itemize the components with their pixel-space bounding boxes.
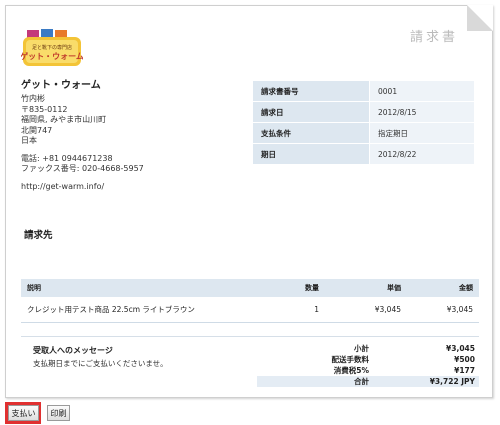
item-quantity: 1 xyxy=(273,297,325,323)
seller-info: ゲット・ウォーム 竹内彬 〒835-0112 福岡県, みやま市山川町 北関74… xyxy=(21,76,144,192)
seller-address1: 福岡県, みやま市山川町 xyxy=(21,115,107,124)
store-logo: 足と靴下の専門店 ゲット・ウォーム xyxy=(20,28,84,68)
meta-row: 請求書番号 0001 xyxy=(252,80,475,102)
svg-text:足と靴下の専門店: 足と靴下の専門店 xyxy=(32,44,72,51)
meta-value: 指定期日 xyxy=(369,122,475,144)
seller-postal: 〒835-0112 xyxy=(21,104,68,114)
item-description: クレジット用テスト商品 22.5cm ライトブラウン xyxy=(21,297,273,323)
seller-contact: 竹内彬 xyxy=(21,94,45,103)
message-body: 支払期日までにご支払いくださいませ。 xyxy=(33,359,168,368)
meta-label: 請求日 xyxy=(252,101,370,123)
seller-url: http://get-warm.info/ xyxy=(21,181,105,191)
header-quantity: 数量 xyxy=(273,279,325,297)
bill-to-heading: 請求先 xyxy=(24,230,53,241)
seller-address2: 北関747 xyxy=(21,125,53,135)
line-items-header: 説明 数量 単価 金額 xyxy=(21,279,479,297)
seller-country: 日本 xyxy=(21,136,37,145)
grand-total-row: 合計 ¥3,722 JPY xyxy=(257,376,479,387)
meta-value: 0001 xyxy=(369,80,475,102)
invoice-sheet: 請求書 足と靴下の専門店 ゲット・ウォーム ゲット・ウォーム 竹内彬 〒835-… xyxy=(5,5,493,398)
print-button[interactable]: 印刷 xyxy=(47,405,70,421)
totals-label: 消費税5% xyxy=(333,366,369,375)
header-unit-price: 単価 xyxy=(325,279,407,297)
meta-row: 請求日 2012/8/15 xyxy=(252,101,475,123)
item-amount: ¥3,045 xyxy=(407,297,479,323)
grand-total-value: ¥3,722 JPY xyxy=(379,376,479,387)
totals-row: 配送手数料 ¥500 xyxy=(257,354,479,365)
header-description: 説明 xyxy=(21,279,273,297)
meta-label: 支払条件 xyxy=(252,122,370,144)
table-row: クレジット用テスト商品 22.5cm ライトブラウン 1 ¥3,045 ¥3,0… xyxy=(21,297,479,323)
recipient-message: 受取人へのメッセージ 支払期日までにご支払いくださいませ。 xyxy=(33,345,168,369)
invoice-meta-table: 請求書番号 0001 請求日 2012/8/15 支払条件 指定期日 期日 20… xyxy=(252,80,475,165)
svg-text:ゲット・ウォーム: ゲット・ウォーム xyxy=(21,51,83,61)
totals-value: ¥3,045 xyxy=(446,344,475,353)
grand-total-label: 合計 xyxy=(257,376,379,387)
totals-value: ¥500 xyxy=(454,355,475,364)
totals-label: 小計 xyxy=(354,344,369,353)
totals-label: 配送手数料 xyxy=(331,355,370,364)
pay-button[interactable]: 支払い xyxy=(8,405,39,421)
line-items-table: 説明 数量 単価 金額 クレジット用テスト商品 22.5cm ライトブラウン 1… xyxy=(21,279,479,323)
seller-fax: ファックス番号: 020-4668-5957 xyxy=(21,164,144,173)
meta-value: 2012/8/22 xyxy=(369,143,475,165)
totals-table: 小計 ¥3,045 配送手数料 ¥500 消費税5% ¥177 合計 ¥3,72… xyxy=(257,343,479,387)
header-amount: 金額 xyxy=(407,279,479,297)
totals-row: 小計 ¥3,045 xyxy=(257,343,479,354)
meta-label: 期日 xyxy=(252,143,370,165)
meta-row: 期日 2012/8/22 xyxy=(252,143,475,165)
meta-label: 請求書番号 xyxy=(252,80,370,102)
item-unit-price: ¥3,045 xyxy=(325,297,407,323)
totals-row: 消費税5% ¥177 xyxy=(257,365,479,376)
page-fold-corner xyxy=(467,5,493,31)
summary-section: 受取人へのメッセージ 支払期日までにご支払いくださいませ。 小計 ¥3,045 … xyxy=(21,336,479,392)
meta-row: 支払条件 指定期日 xyxy=(252,122,475,144)
seller-name: ゲット・ウォーム xyxy=(21,80,101,91)
message-title: 受取人へのメッセージ xyxy=(33,346,113,355)
totals-value: ¥177 xyxy=(454,366,475,375)
seller-phone: 電話: +81 0944671238 xyxy=(21,153,113,163)
meta-value: 2012/8/15 xyxy=(369,101,475,123)
document-title: 請求書 xyxy=(409,30,458,45)
